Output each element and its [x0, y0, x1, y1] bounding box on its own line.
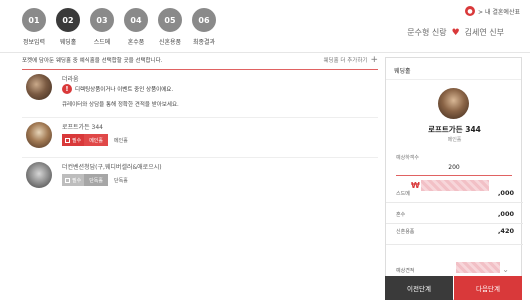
hall-name: 단독홀 — [114, 177, 128, 184]
cost-value: ,000 — [497, 189, 514, 197]
selected-venue-name: 로프트가든 344 — [428, 125, 481, 134]
venue-name: 더라움 — [62, 76, 79, 83]
checkbox-label: 필수 — [72, 177, 82, 184]
venue-thumbnail — [26, 74, 52, 100]
couple-names: 문수형 신랑 ♥ 김세연 신부 — [407, 27, 504, 38]
warning-text: 디렉팅상품이거나 이벤트 중인 상품이에요. — [75, 87, 174, 93]
step-number: 01 — [20, 6, 48, 34]
instruction-text: 포켓에 담아둔 웨딩홀 중 예식홀을 선택합할 곳을 선택합니다. — [22, 57, 163, 64]
cost-label: 스드메 — [396, 190, 410, 197]
breadcrumb[interactable]: ● > 내 결혼예산표 — [465, 6, 520, 16]
required-checkbox[interactable]: 필수 — [62, 174, 85, 186]
step-5[interactable]: 05 신혼용품 — [153, 6, 187, 46]
chevron-down-icon[interactable]: ⌄ — [502, 265, 509, 274]
step-number: 06 — [190, 6, 218, 34]
step-progress: 01 정보입력 02 웨딩홀 03 스드메 04 혼수품 05 신혼용품 06 … — [17, 6, 221, 46]
header-divider — [0, 52, 530, 53]
cost-label: 혼수 — [396, 211, 406, 218]
divider — [386, 223, 523, 224]
step-3[interactable]: 03 스드메 — [85, 6, 119, 46]
budget-planner-page: 01 정보입력 02 웨딩홀 03 스드메 04 혼수품 05 신혼용품 06 … — [0, 0, 530, 300]
step-6[interactable]: 06 최종결과 — [187, 6, 221, 46]
venue-name: 로프트가든 344 — [62, 124, 103, 131]
step-2[interactable]: 02 웨딩홀 — [51, 6, 85, 46]
hall-type-button[interactable]: 메인홀 — [84, 134, 109, 146]
blurred-estimate — [456, 262, 500, 273]
step-4[interactable]: 04 혼수품 — [119, 6, 153, 46]
selected-venue-thumbnail — [438, 88, 469, 119]
step-label: 혼수품 — [127, 39, 145, 46]
hall-name: 메인홀 — [114, 137, 128, 144]
budget-summary-panel: 웨딩홀 로프트가든 344 메인홀 예상하객수 200 ₩ 스드메 ,000 혼… — [385, 57, 523, 300]
panel-title: 웨딩홀 — [386, 58, 521, 80]
add-more-label: 웨딩홀 더 추가하기 — [323, 57, 368, 64]
step-label: 스드메 — [93, 39, 111, 46]
location-pin-icon: ● — [465, 6, 476, 16]
venue-thumbnail — [26, 122, 52, 148]
cost-label: 신혼용품 — [396, 228, 415, 235]
plus-icon: + — [370, 54, 378, 65]
cost-value: ,420 — [497, 227, 514, 235]
breadcrumb-label: > 내 결혼예산표 — [478, 8, 520, 16]
venue-name: 더컨벤션청담(구,웨디버셀러&애로으시) — [62, 164, 162, 171]
add-more-venues-link[interactable]: 웨딩홀 더 추가하기 + — [323, 55, 378, 65]
groom-name: 문수형 신랑 — [407, 28, 447, 37]
guests-label: 예상하객수 — [396, 155, 420, 161]
selected-hall-name: 메인홀 — [447, 137, 462, 143]
divider — [386, 244, 523, 245]
venue-selection: 포켓에 담아둔 웨딩홀 중 예식홀을 선택합할 곳을 선택합니다. 웨딩홀 더 … — [22, 55, 378, 198]
cost-row-newlywed: 신혼용품 ,420 — [396, 227, 514, 235]
warning-subtext: 큐레이터와 상담을 통해 정확한 견적을 받아보세요. — [62, 102, 179, 108]
hall-type-button[interactable]: 단독홀 — [84, 174, 109, 186]
step-number: 04 — [122, 6, 150, 34]
guests-input[interactable]: 200 — [396, 164, 512, 176]
estimate-label: 예상견적 — [396, 268, 415, 274]
checkbox-label: 필수 — [72, 137, 82, 144]
hall-row: 필수 메인홀 메인홀 — [62, 134, 378, 146]
required-checkbox[interactable]: 필수 — [62, 134, 85, 146]
step-label: 정보입력 — [22, 39, 46, 46]
prev-step-button[interactable]: 이전단계 — [385, 276, 453, 300]
bride-name: 김세연 신부 — [464, 28, 504, 37]
step-number: 03 — [88, 6, 116, 34]
checkbox-icon — [65, 177, 70, 183]
venue-item: 더컨벤션청담(구,웨디버셀러&애로으시) 필수 단독홀 단독홀 — [22, 158, 378, 198]
step-label: 웨딩홀 — [59, 39, 77, 46]
venue-item: 더라움 ! 디렉팅상품이거나 이벤트 중인 상품이에요. 큐레이터와 상담을 통… — [22, 70, 378, 118]
cost-value: ,000 — [497, 210, 514, 218]
checkbox-icon — [65, 137, 70, 143]
venue-warning: ! 디렉팅상품이거나 이벤트 중인 상품이에요. — [62, 84, 173, 94]
divider — [386, 202, 523, 203]
hall-row: 필수 단독홀 단독홀 — [62, 174, 378, 186]
step-number: 02 — [54, 6, 82, 34]
step-1[interactable]: 01 정보입력 — [17, 6, 51, 46]
venue-item: 로프트가든 344 필수 메인홀 메인홀 — [22, 118, 378, 158]
step-label: 최종결과 — [192, 39, 216, 46]
instruction-row: 포켓에 담아둔 웨딩홀 중 예식홀을 선택합할 곳을 선택합니다. 웨딩홀 더 … — [22, 55, 378, 70]
step-number: 05 — [156, 6, 184, 34]
heart-icon: ♥ — [451, 27, 460, 38]
cost-row-honsu: 혼수 ,000 — [396, 210, 514, 218]
step-label: 신혼용품 — [158, 39, 182, 46]
alert-icon: ! — [62, 84, 72, 94]
venue-thumbnail — [26, 162, 52, 188]
cost-row-sdm: 스드메 ,000 — [396, 189, 514, 197]
next-step-button[interactable]: 다음단계 — [454, 276, 522, 300]
